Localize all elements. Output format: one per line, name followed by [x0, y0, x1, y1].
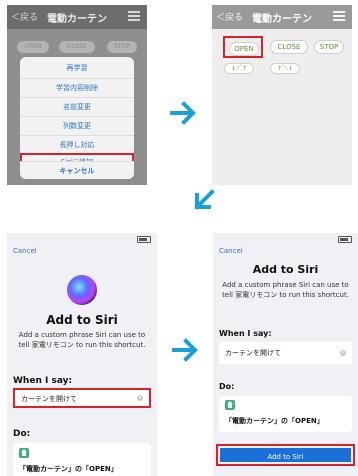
clear-icon[interactable]: ×: [137, 395, 143, 401]
do-label: Do:: [13, 429, 31, 439]
arrow-right-icon: [172, 338, 198, 362]
nav-title: 電動カーテン: [47, 14, 107, 25]
status-bar: [7, 233, 157, 243]
home-icon: [225, 400, 235, 410]
action-card: 「電動カーテン」の「OPEN」: [219, 396, 352, 432]
do-label: Do:: [219, 382, 235, 391]
bg-stop-button: STOP: [107, 41, 137, 53]
add-to-siri-button[interactable]: Add to Siri: [220, 448, 351, 462]
phrase-text: カーテンを開けて: [225, 349, 281, 357]
down-up-button[interactable]: ↓／↑: [224, 63, 254, 74]
add-button-highlight: Add to Siri: [216, 444, 355, 466]
description: Add a custom phrase Siri can use to tell…: [222, 281, 349, 299]
arrow-right-icon: [170, 101, 196, 125]
cancel-link[interactable]: Cancel: [13, 247, 37, 255]
phrase-field[interactable]: カーテンを開けて ×: [219, 342, 352, 364]
page-title: Add to Siri: [46, 313, 118, 327]
screenshot-add-to-siri-confirm: Cancel Add to Siri Add a custom phrase S…: [213, 233, 358, 476]
stop-button[interactable]: STOP: [314, 40, 344, 54]
up-down-button[interactable]: ↑＼↓: [270, 63, 300, 74]
action-text: 「電動カーテン」の「OPEN」: [19, 465, 118, 473]
menu-item-relearn[interactable]: 再学習: [20, 59, 134, 77]
menu-item-change-columns[interactable]: 列数変更: [20, 116, 134, 134]
action-card: 「電動カーテン」の「OPEN」: [13, 443, 151, 476]
battery-icon: [338, 236, 352, 243]
bg-open-button: OPEN: [17, 41, 49, 53]
description: Add a custom phrase Siri can use to tell…: [18, 331, 146, 349]
screenshot-add-to-siri-initial: Cancel Add to Siri Add a custom phrase S…: [7, 233, 157, 476]
battery-icon: [137, 236, 151, 243]
screenshot-remote: ＜戻る 電動カーテン OPEN CLOSE STOP ↓／↑ ↑＼↓: [212, 5, 352, 185]
when-label: When I say:: [13, 376, 73, 386]
siri-orb-icon: [67, 275, 97, 305]
open-highlight: OPEN: [223, 36, 263, 58]
cancel-button[interactable]: キャンセル: [20, 161, 134, 179]
nav-bar: ＜戻る 電動カーテン: [7, 5, 147, 29]
when-label: When I say:: [219, 329, 272, 338]
nav-title: 電動カーテン: [252, 14, 312, 25]
page-title: Add to Siri: [252, 263, 319, 276]
close-button[interactable]: CLOSE: [270, 40, 308, 54]
status-bar: [213, 233, 358, 243]
bg-close-button: CLOSE: [59, 41, 95, 53]
arrow-down-left-icon: [194, 189, 215, 210]
clear-icon[interactable]: ×: [340, 350, 346, 356]
phrase-text: カーテンを開けて: [21, 395, 77, 403]
menu-item-delete-learned[interactable]: 学習内容削除: [20, 78, 134, 96]
menu-icon[interactable]: [128, 11, 140, 21]
menu-icon[interactable]: [333, 11, 345, 21]
phrase-field[interactable]: カーテンを開けて ×: [13, 388, 151, 408]
cancel-link[interactable]: Cancel: [219, 247, 243, 255]
nav-bar: ＜戻る 電動カーテン: [212, 5, 352, 29]
action-text: 「電動カーテン」の「OPEN」: [225, 417, 324, 425]
screenshot-action-sheet: ＜戻る 電動カーテン OPEN CLOSE STOP 再学習 学習内容削除 名前…: [7, 5, 147, 185]
open-button[interactable]: OPEN: [229, 42, 259, 56]
menu-item-rename[interactable]: 名前変更: [20, 97, 134, 115]
menu-item-long-press[interactable]: 長押し対応: [20, 135, 134, 153]
home-icon: [19, 448, 29, 458]
